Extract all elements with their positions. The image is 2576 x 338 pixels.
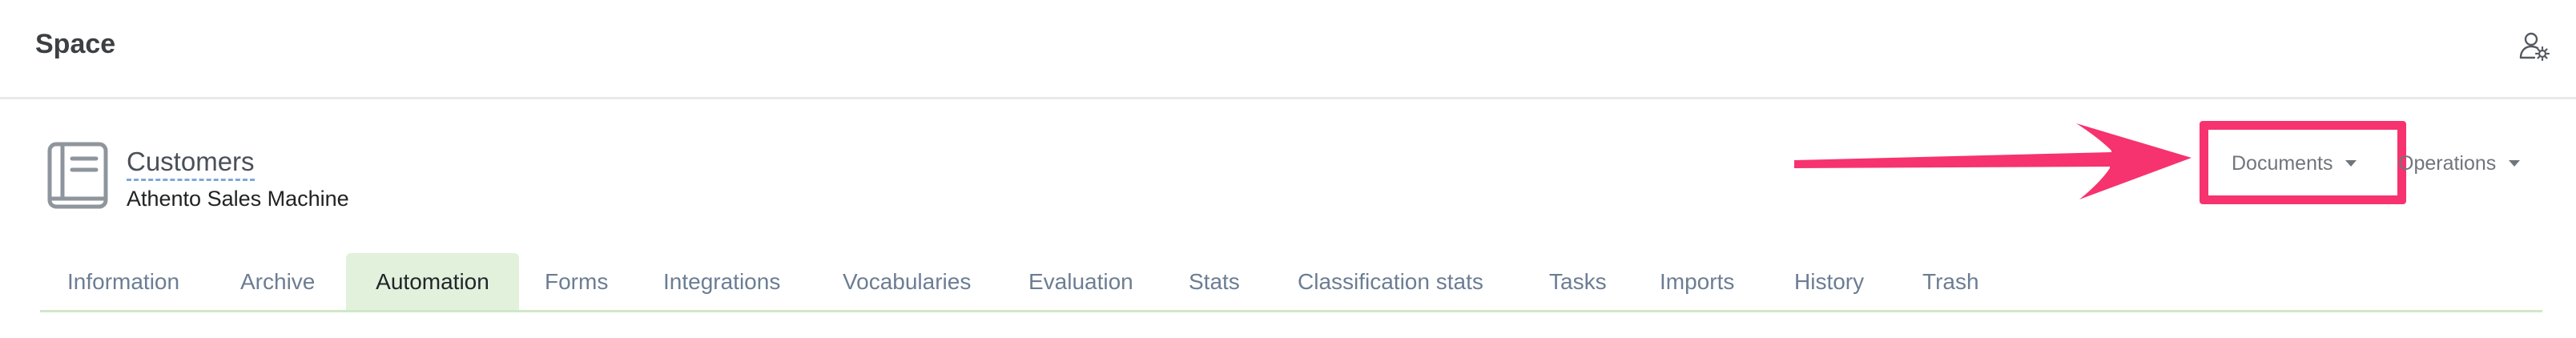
- app-title: Space: [35, 29, 116, 59]
- tab-vocabularies[interactable]: Vocabularies: [843, 253, 971, 310]
- tab-automation[interactable]: Automation: [346, 253, 519, 310]
- tab-evaluation[interactable]: Evaluation: [1028, 253, 1133, 310]
- tab-archive[interactable]: Archive: [240, 253, 315, 310]
- tab-integrations[interactable]: Integrations: [663, 253, 780, 310]
- tab-classification-stats[interactable]: Classification stats: [1298, 253, 1483, 310]
- annotation-arrow: [1794, 123, 2192, 199]
- page: Space Customers Athento Sales Machine Do…: [0, 0, 2576, 338]
- documents-dropdown[interactable]: Documents: [2232, 149, 2357, 178]
- book-icon: [46, 141, 111, 211]
- space-name-link[interactable]: Customers: [127, 146, 255, 181]
- tab-imports[interactable]: Imports: [1660, 253, 1734, 310]
- caret-down-icon: [2509, 160, 2521, 167]
- tab-tasks[interactable]: Tasks: [1549, 253, 1607, 310]
- caret-down-icon: [2345, 160, 2357, 167]
- tab-stats[interactable]: Stats: [1189, 253, 1240, 310]
- tab-forms[interactable]: Forms: [545, 253, 608, 310]
- top-bar: Space: [0, 0, 2576, 99]
- tab-history[interactable]: History: [1794, 253, 1864, 310]
- operations-dropdown[interactable]: Operations: [2398, 149, 2521, 178]
- documents-dropdown-label: Documents: [2232, 152, 2333, 175]
- tab-trash[interactable]: Trash: [1922, 253, 1979, 310]
- operations-dropdown-label: Operations: [2398, 152, 2497, 175]
- space-subtitle: Athento Sales Machine: [127, 187, 349, 211]
- space-tabs: Information Archive Automation Forms Int…: [40, 253, 2542, 312]
- user-settings-icon[interactable]: [2518, 30, 2550, 62]
- tab-information[interactable]: Information: [67, 253, 179, 310]
